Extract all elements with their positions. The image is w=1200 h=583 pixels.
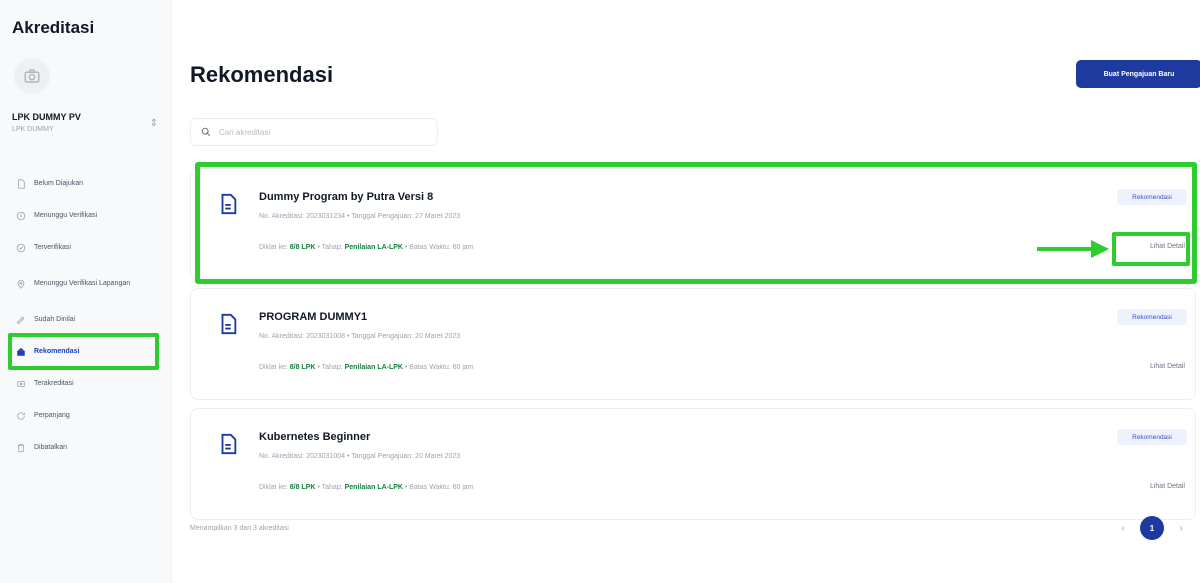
sidebar-item-label: Belum Diajukan xyxy=(34,180,84,188)
sidebar-item-label: Perpanjang xyxy=(34,412,70,420)
org-logo xyxy=(14,58,50,94)
card-meta: No. Akreditasi: 2023031234 • Tanggal Pen… xyxy=(259,213,461,220)
card-meta: No. Akreditasi: 2023031008 • Tanggal Pen… xyxy=(259,333,461,340)
sidebar-item-label: Terakreditasi xyxy=(34,380,74,388)
sidebar-item-label: Terverifikasi xyxy=(34,244,71,252)
page-button-current[interactable]: 1 xyxy=(1140,516,1164,540)
card-meta-secondary: Diklat ke: 8/8 LPK • Tahap: Penilaian LA… xyxy=(259,484,474,491)
meta-stage: Penilaian LA-LPK xyxy=(344,484,403,491)
document-icon xyxy=(221,433,237,455)
sidebar-item-sudah-dinilai[interactable]: Sudah Dinilai xyxy=(10,304,158,336)
list-item: Kubernetes Beginner No. Akreditasi: 2023… xyxy=(190,408,1196,520)
sidebar-item-perpanjang[interactable]: Perpanjang xyxy=(10,400,158,432)
meta-count: 8/8 LPK xyxy=(289,364,316,371)
sidebar-item-terakreditasi[interactable]: Terakreditasi xyxy=(10,368,158,400)
meta-count: 8/8 LPK xyxy=(289,244,316,251)
meta-prefix: Diklat ke: xyxy=(259,484,290,491)
clock-icon xyxy=(16,211,26,221)
org-switcher[interactable]: LPK DUMMY PV LPK DUMMY ⇕ xyxy=(12,112,158,156)
sidebar-item-menunggu-verifikasi-lapangan[interactable]: Menunggu Verifikasi Lapangan xyxy=(10,264,158,304)
meta-end: • Batas Waktu: 60 jam xyxy=(402,364,474,371)
app-title: Akreditasi xyxy=(12,18,95,37)
card-meta: No. Akreditasi: 2023031004 • Tanggal Pen… xyxy=(259,453,461,460)
chevron-updown-icon: ⇕ xyxy=(149,118,158,129)
badge-icon xyxy=(16,379,26,389)
camera-icon xyxy=(24,69,40,83)
search-input[interactable] xyxy=(219,127,419,137)
meta-stage: Penilaian LA-LPK xyxy=(344,364,403,371)
card-title: Dummy Program by Putra Versi 8 xyxy=(259,191,434,203)
meta-prefix: Diklat ke: xyxy=(259,244,290,251)
refresh-icon xyxy=(16,411,26,421)
meta-prefix: Diklat ke: xyxy=(259,364,290,371)
sidebar: Akreditasi LPK DUMMY PV LPK DUMMY ⇕ Belu… xyxy=(0,0,172,583)
status-badge: Rekomendasi xyxy=(1117,309,1187,325)
sidebar-item-terverifikasi[interactable]: Terverifikasi xyxy=(10,232,158,264)
sidebar-item-menunggu-verifikasi[interactable]: Menunggu Verifikasi xyxy=(10,200,158,232)
list-item: Dummy Program by Putra Versi 8 No. Akred… xyxy=(190,168,1196,280)
pagination: ‹ 1 › xyxy=(1118,516,1186,540)
card-meta-secondary: Diklat ke: 8/8 LPK • Tahap: Penilaian LA… xyxy=(259,244,474,251)
document-icon xyxy=(221,313,237,335)
check-circle-icon xyxy=(16,243,26,253)
view-detail-link[interactable]: Lihat Detail xyxy=(1150,243,1185,250)
file-icon xyxy=(16,179,26,189)
map-pin-icon xyxy=(16,279,26,289)
sidebar-item-label: Rekomendasi xyxy=(34,348,80,356)
card-meta-secondary: Diklat ke: 8/8 LPK • Tahap: Penilaian LA… xyxy=(259,364,474,371)
document-icon xyxy=(221,193,237,215)
sidebar-item-label: Sudah Dinilai xyxy=(34,316,76,324)
sidebar-item-rekomendasi[interactable]: Rekomendasi xyxy=(10,336,158,368)
sidebar-item-label: Menunggu Verifikasi xyxy=(34,212,98,220)
status-badge: Rekomendasi xyxy=(1117,189,1187,205)
card-title: Kubernetes Beginner xyxy=(259,431,371,443)
status-badge: Rekomendasi xyxy=(1117,429,1187,445)
chevron-left-icon[interactable]: ‹ xyxy=(1118,523,1128,534)
list-item: PROGRAM DUMMY1 No. Akreditasi: 202303100… xyxy=(190,288,1196,400)
meta-mid: • Tahap: xyxy=(315,484,345,491)
card-title: PROGRAM DUMMY1 xyxy=(259,311,368,323)
chevron-right-icon[interactable]: › xyxy=(1176,523,1186,534)
sidebar-item-label: Menunggu Verifikasi Lapangan xyxy=(34,280,131,288)
sidebar-nav: Belum Diajukan Menunggu Verifikasi Terve… xyxy=(10,168,158,464)
new-submission-button[interactable]: Buat Pengajuan Baru xyxy=(1076,60,1200,88)
sidebar-item-dibatalkan[interactable]: Dibatalkan xyxy=(10,432,158,464)
sidebar-item-label: Dibatalkan xyxy=(34,444,68,452)
search-bar[interactable] xyxy=(190,118,438,146)
meta-stage: Penilaian LA-LPK xyxy=(344,244,403,251)
search-icon xyxy=(201,127,211,137)
meta-end: • Batas Waktu: 60 jam xyxy=(402,484,474,491)
meta-count: 8/8 LPK xyxy=(289,484,316,491)
org-sub: LPK DUMMY xyxy=(12,126,54,133)
meta-end: • Batas Waktu: 60 jam xyxy=(402,244,474,251)
page-title: Rekomendasi xyxy=(190,62,334,87)
pencil-icon xyxy=(16,315,26,325)
meta-mid: • Tahap: xyxy=(315,364,345,371)
view-detail-link[interactable]: Lihat Detail xyxy=(1150,483,1185,490)
award-icon xyxy=(16,347,26,357)
submission-list: Dummy Program by Putra Versi 8 No. Akred… xyxy=(190,168,1196,528)
trash-icon xyxy=(16,443,26,453)
meta-mid: • Tahap: xyxy=(315,244,345,251)
pagination-info: Menampilkan 3 dari 3 akreditasi xyxy=(190,525,289,532)
org-name: LPK DUMMY PV xyxy=(12,112,81,122)
view-detail-link[interactable]: Lihat Detail xyxy=(1150,363,1185,370)
sidebar-item-belum-diajukan[interactable]: Belum Diajukan xyxy=(10,168,158,200)
